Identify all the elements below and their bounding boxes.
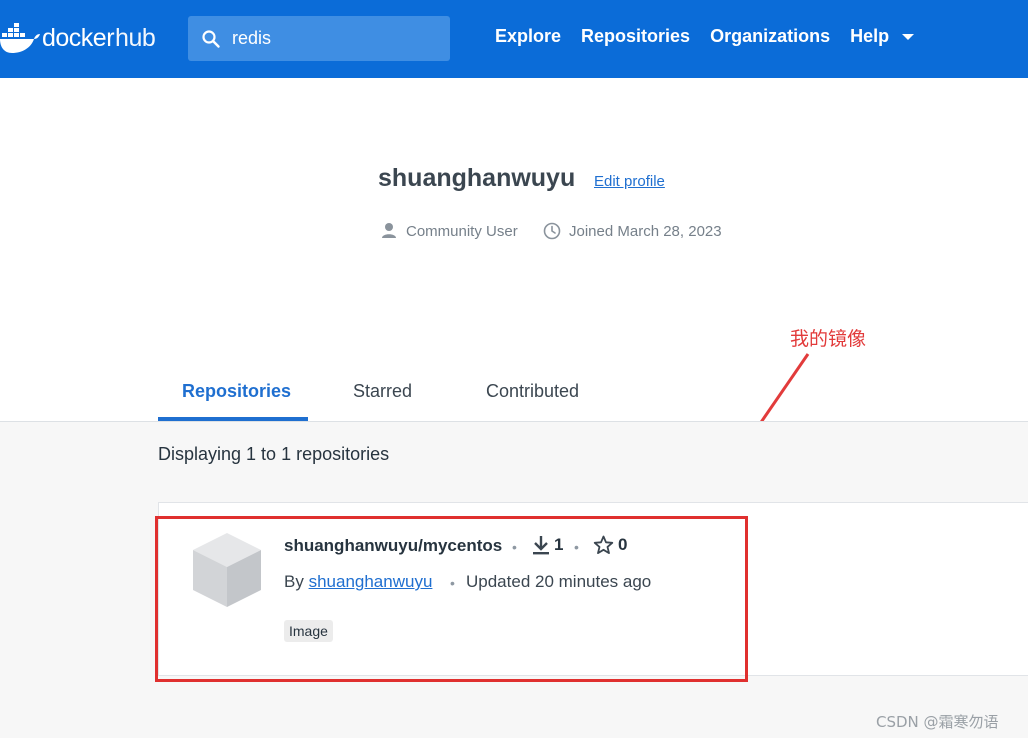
logo-hub-text: hub <box>115 23 156 52</box>
profile-tabs: Repositories Starred Contributed <box>0 362 1028 422</box>
edit-profile-link[interactable]: Edit profile <box>594 173 665 190</box>
tab-starred[interactable]: Starred <box>353 381 412 402</box>
top-nav-bar: dockerhub Explore Repositories Organizat… <box>0 0 1028 78</box>
chevron-down-icon[interactable] <box>901 30 915 44</box>
profile-name: shuanghanwuyu <box>378 164 576 192</box>
nav-organizations[interactable]: Organizations <box>710 26 830 47</box>
user-type: Community User <box>380 222 518 240</box>
search-input[interactable] <box>232 28 432 49</box>
tab-contributed[interactable]: Contributed <box>486 381 579 402</box>
joined-label: Joined March 28, 2023 <box>569 222 722 240</box>
clock-icon <box>543 222 561 240</box>
user-type-label: Community User <box>406 222 518 240</box>
docker-hub-logo[interactable]: dockerhub <box>0 16 156 60</box>
joined-date: Joined March 28, 2023 <box>543 222 722 240</box>
logo-wordmark: dockerhub <box>42 23 156 53</box>
nav-repositories[interactable]: Repositories <box>581 26 690 47</box>
search-box[interactable] <box>188 16 450 61</box>
nav-explore[interactable]: Explore <box>495 26 561 47</box>
docker-whale-icon <box>0 23 40 53</box>
main-nav: Explore Repositories Organizations Help <box>495 26 915 47</box>
logo-docker-text: docker <box>42 23 115 52</box>
tab-repositories[interactable]: Repositories <box>182 381 291 402</box>
user-icon <box>382 223 396 238</box>
nav-help[interactable]: Help <box>850 26 889 47</box>
results-count: Displaying 1 to 1 repositories <box>158 444 390 464</box>
annotation-highlight-box <box>155 516 748 682</box>
annotation-text: 我的镜像 <box>790 328 867 350</box>
search-icon <box>202 29 220 48</box>
active-tab-indicator <box>158 417 308 421</box>
watermark: CSDN @霜寒勿语 <box>876 713 999 731</box>
